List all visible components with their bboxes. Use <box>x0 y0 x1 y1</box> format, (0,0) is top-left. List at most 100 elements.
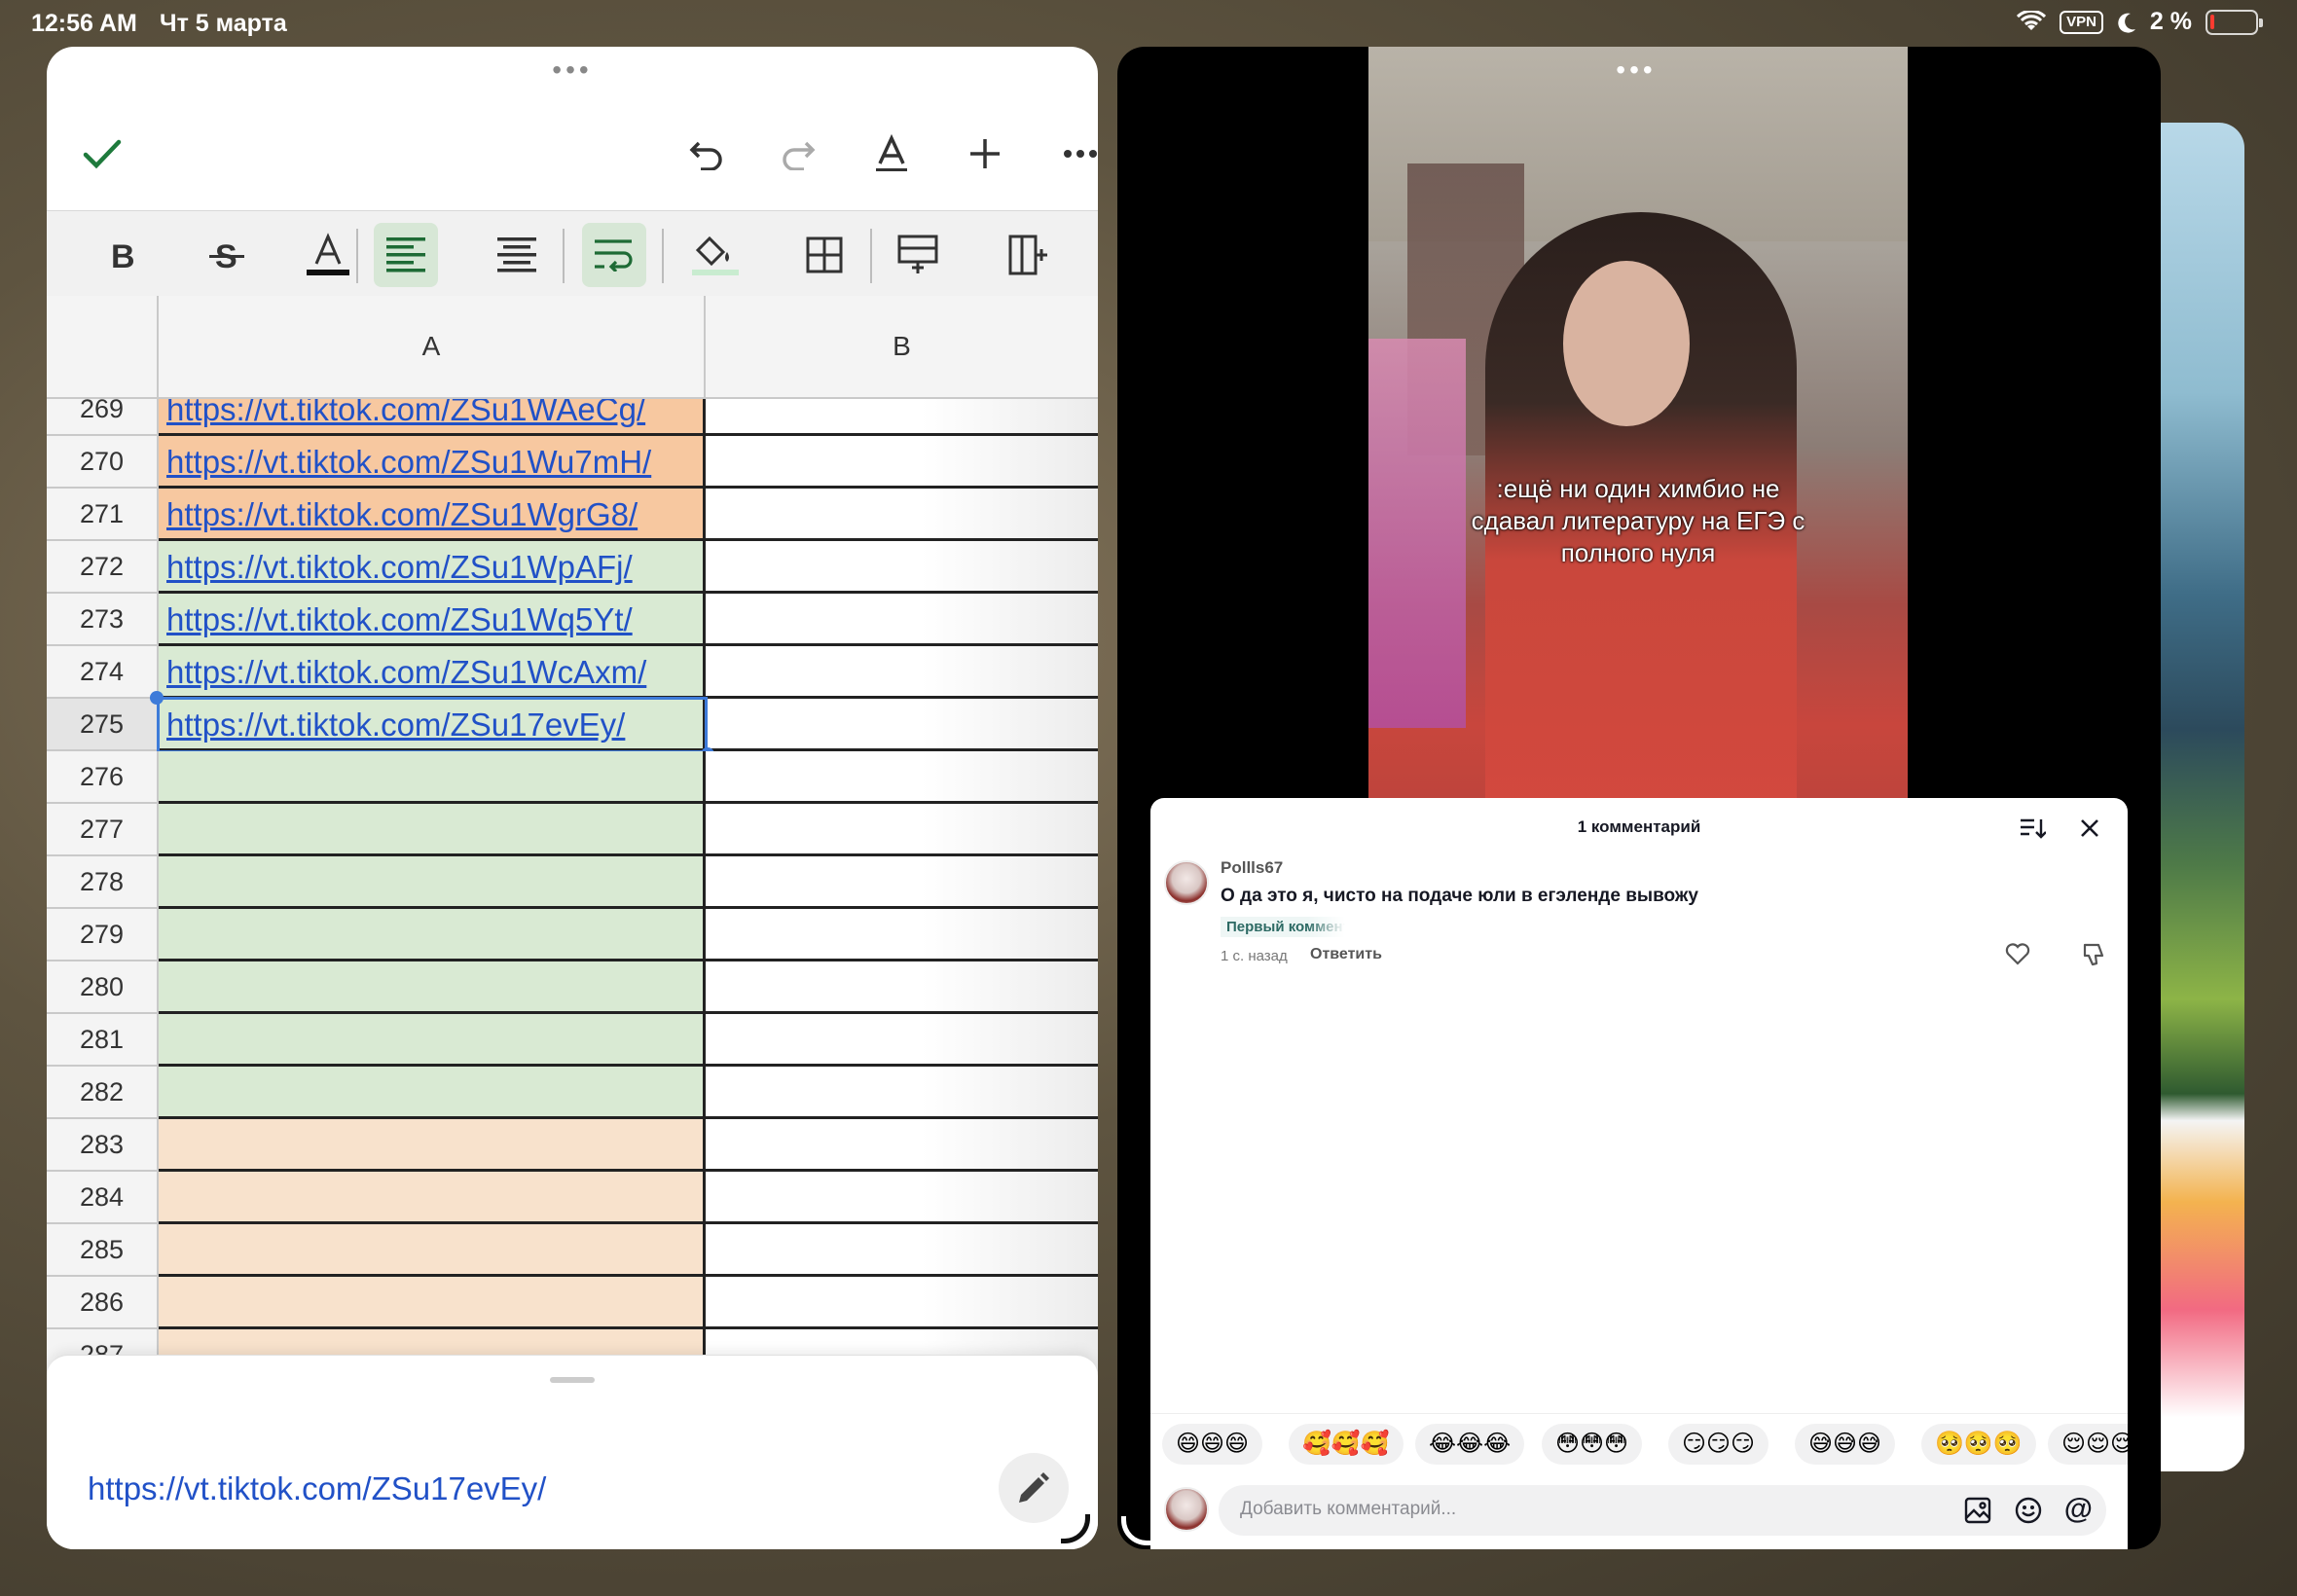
emoji-chip[interactable]: 😌😌😌 <box>2048 1424 2128 1465</box>
edit-bar-grip[interactable] <box>550 1377 595 1383</box>
row-number[interactable]: 279 <box>47 909 159 961</box>
emoji-chip[interactable]: 🥰🥰🥰 <box>1289 1424 1404 1465</box>
cell-a[interactable]: https://vt.tiktok.com/ZSu17evEy/ <box>159 699 706 751</box>
cell-link[interactable]: https://vt.tiktok.com/ZSu1WAeCg/ <box>166 399 645 427</box>
insert-column-icon[interactable] <box>997 223 1061 287</box>
cell-b[interactable] <box>706 1224 1098 1277</box>
cell-b[interactable] <box>706 436 1098 489</box>
like-heart-icon[interactable] <box>2005 942 2034 969</box>
fill-color-icon[interactable] <box>683 223 747 287</box>
cell-a[interactable] <box>159 1277 706 1329</box>
row-number[interactable]: 278 <box>47 856 159 909</box>
row-number[interactable]: 286 <box>47 1277 159 1329</box>
add-icon[interactable] <box>954 105 1016 202</box>
cell-a[interactable] <box>159 1172 706 1224</box>
emoji-chip[interactable]: 😂😂😂 <box>1415 1424 1525 1465</box>
mention-icon[interactable]: @ <box>2064 1493 2093 1526</box>
column-header-a[interactable]: A <box>159 296 706 399</box>
row-number[interactable]: 284 <box>47 1172 159 1224</box>
row-number[interactable]: 274 <box>47 646 159 699</box>
more-icon[interactable] <box>1049 105 1098 202</box>
cell-b[interactable] <box>706 594 1098 646</box>
cell-b[interactable] <box>706 909 1098 961</box>
cell-a[interactable] <box>159 804 706 856</box>
comment-input[interactable]: Добавить комментарий... @ <box>1219 1485 2106 1536</box>
cell-value-text[interactable]: https://vt.tiktok.com/ZSu17evEy/ <box>88 1470 546 1507</box>
resize-corner[interactable] <box>1121 1516 1150 1545</box>
column-header-b[interactable]: B <box>706 296 1098 399</box>
cell-a[interactable] <box>159 856 706 909</box>
insert-row-icon[interactable] <box>886 223 950 287</box>
row-number[interactable]: 272 <box>47 541 159 594</box>
checkmark-icon[interactable] <box>68 105 136 202</box>
cell-link[interactable]: https://vt.tiktok.com/ZSu1WpAFj/ <box>166 549 633 585</box>
align-center-icon[interactable] <box>485 223 549 287</box>
dislike-icon[interactable] <box>2081 942 2110 969</box>
sort-icon[interactable] <box>2017 812 2050 845</box>
select-all-corner[interactable] <box>47 296 159 399</box>
cell-b[interactable] <box>706 1014 1098 1067</box>
cell-a[interactable] <box>159 751 706 804</box>
image-icon[interactable] <box>1964 1497 1991 1529</box>
cell-b[interactable] <box>706 1067 1098 1119</box>
redo-icon[interactable] <box>767 105 829 202</box>
align-left-icon[interactable] <box>374 223 438 287</box>
cell-link[interactable]: https://vt.tiktok.com/ZSu1Wu7mH/ <box>166 444 651 480</box>
row-number[interactable]: 270 <box>47 436 159 489</box>
row-number[interactable]: 283 <box>47 1119 159 1172</box>
row-number[interactable]: 285 <box>47 1224 159 1277</box>
reply-button[interactable]: Ответить <box>1310 946 1382 963</box>
cell-link[interactable]: https://vt.tiktok.com/ZSu17evEy/ <box>166 707 625 743</box>
emoji-icon[interactable] <box>2015 1497 2042 1529</box>
cell-b[interactable] <box>706 646 1098 699</box>
row-number[interactable]: 281 <box>47 1014 159 1067</box>
selection-handle-start[interactable] <box>150 691 164 705</box>
cell-link[interactable]: https://vt.tiktok.com/ZSu1Wq5Yt/ <box>166 601 633 637</box>
row-number[interactable]: 280 <box>47 961 159 1014</box>
window-grabber[interactable]: ••• <box>1616 56 1656 84</box>
cell-b[interactable] <box>706 489 1098 541</box>
row-number[interactable]: 277 <box>47 804 159 856</box>
avatar[interactable] <box>1164 860 1209 905</box>
emoji-chip[interactable]: 😳😳😳 <box>1542 1424 1643 1465</box>
cell-a[interactable]: https://vt.tiktok.com/ZSu1Wu7mH/ <box>159 436 706 489</box>
cell-a[interactable] <box>159 1224 706 1277</box>
cell-b[interactable] <box>706 961 1098 1014</box>
close-icon[interactable] <box>2073 812 2106 845</box>
cell-b[interactable] <box>706 541 1098 594</box>
strikethrough-icon[interactable]: S <box>195 223 259 287</box>
wrap-text-icon[interactable] <box>582 223 646 287</box>
cell-a[interactable] <box>159 1014 706 1067</box>
emoji-chip[interactable]: 🥺🥺🥺 <box>1921 1424 2036 1465</box>
cell-a[interactable]: https://vt.tiktok.com/ZSu1WgrG8/ <box>159 489 706 541</box>
cell-link[interactable]: https://vt.tiktok.com/ZSu1WcAxm/ <box>166 654 646 690</box>
video-player[interactable]: :ещё ни один химбио не сдавал литературу… <box>1368 47 1908 845</box>
row-number[interactable]: 271 <box>47 489 159 541</box>
emoji-chip[interactable]: 😏😏😏 <box>1668 1424 1769 1465</box>
row-number[interactable]: 269 <box>47 399 159 436</box>
cell-a[interactable] <box>159 909 706 961</box>
row-number[interactable]: 275 <box>47 699 159 751</box>
row-number[interactable]: 273 <box>47 594 159 646</box>
cell-link[interactable]: https://vt.tiktok.com/ZSu1WgrG8/ <box>166 496 638 532</box>
row-number[interactable]: 282 <box>47 1067 159 1119</box>
window-grabber[interactable]: ••• <box>552 56 592 84</box>
cell-b[interactable] <box>706 1277 1098 1329</box>
emoji-chip[interactable]: 😅😅😅 <box>1795 1424 1896 1465</box>
text-format-icon[interactable] <box>860 105 923 202</box>
cell-b[interactable] <box>706 399 1098 436</box>
undo-icon[interactable] <box>675 105 738 202</box>
cell-b[interactable] <box>706 1172 1098 1224</box>
cell-b[interactable] <box>706 751 1098 804</box>
row-number[interactable]: 276 <box>47 751 159 804</box>
cell-b[interactable] <box>706 699 1098 751</box>
cell-a[interactable] <box>159 961 706 1014</box>
text-color-icon[interactable] <box>296 223 360 287</box>
cell-a[interactable] <box>159 1067 706 1119</box>
edit-pencil-button[interactable] <box>999 1453 1069 1523</box>
emoji-chip[interactable]: 😄😄😄 <box>1162 1424 1263 1465</box>
cell-b[interactable] <box>706 804 1098 856</box>
borders-icon[interactable] <box>792 223 857 287</box>
cell-a[interactable]: https://vt.tiktok.com/ZSu1WAeCg/ <box>159 399 706 436</box>
cell-a[interactable]: https://vt.tiktok.com/ZSu1WcAxm/ <box>159 646 706 699</box>
